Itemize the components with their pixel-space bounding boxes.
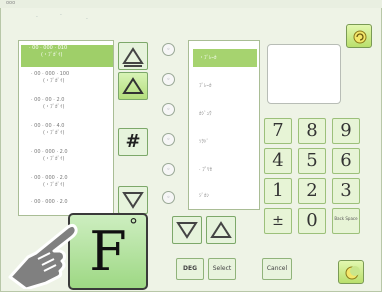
- list-item[interactable]: · 00 · 00 · 4.0 (・ﾌﾞｶﾞｲ): [23, 123, 111, 145]
- value-display: [267, 44, 341, 104]
- list-item-line2: (・ﾌﾞｶﾞｲ): [43, 156, 65, 162]
- list-item-line1: · 00 · 000 · 2.0: [31, 199, 68, 205]
- menu-item[interactable]: ・ﾌﾞﾚｰｶ: [193, 49, 257, 67]
- key-8[interactable]: 8: [298, 118, 326, 144]
- key-6[interactable]: 6: [332, 148, 360, 174]
- list-item-line2: (・ﾌﾞｶﾞｲ): [43, 130, 65, 136]
- list-item[interactable]: · 00 · 000 · 2.0 (・ﾌﾞｶﾞｲ): [23, 175, 111, 197]
- settings-button[interactable]: [346, 24, 372, 48]
- up-triangle-icon: [122, 77, 144, 94]
- list-item-line1: · 00 · 000 · 2.0: [31, 149, 68, 155]
- up-button[interactable]: [206, 216, 236, 244]
- pointing-hand-icon: [8, 223, 78, 289]
- refresh-icon: [353, 30, 367, 44]
- radio-button[interactable]: ◦: [162, 163, 175, 176]
- list-item-line2: (・ﾌﾞｶﾞｲ): [43, 78, 65, 84]
- list-item-line1: · 00 · 00 · 2.0: [31, 97, 65, 103]
- list-item-line2: (・ﾌﾞｶﾞｲ): [43, 182, 65, 188]
- backspace-key[interactable]: Back Space: [332, 208, 360, 234]
- list-item-line1: · 00 · 000 · 010: [29, 45, 68, 51]
- scroll-down-button[interactable]: [118, 186, 148, 214]
- select-button[interactable]: Select: [208, 258, 236, 280]
- key-5[interactable]: 5: [298, 148, 326, 174]
- toolbar-dot: ·: [86, 16, 88, 23]
- up-triangle-icon: [210, 221, 232, 238]
- program-list[interactable]: · 00 · 000 · 010 (・ﾌﾞｶﾞｲ) · 00 · 000 · 1…: [18, 40, 114, 216]
- list-item-line2: (・ﾌﾞｶﾞｲ): [43, 104, 65, 110]
- down-triangle-icon: [176, 222, 198, 239]
- radio-button[interactable]: ◦: [162, 43, 175, 56]
- degree-symbol: °: [129, 215, 138, 236]
- list-item-line2: (・ﾌﾞｶﾞｲ): [41, 52, 63, 58]
- key-4[interactable]: 4: [264, 148, 292, 174]
- key-7[interactable]: 7: [264, 118, 292, 144]
- key-9[interactable]: 9: [332, 118, 360, 144]
- down-triangle-icon: [122, 192, 144, 209]
- toolbar-dot: ·: [36, 14, 38, 21]
- key-1[interactable]: 1: [264, 178, 292, 204]
- menu-item[interactable]: ﾌﾞﾚｰｶ: [193, 77, 257, 95]
- menu-item[interactable]: · ﾌﾟﾘｾ: [193, 161, 257, 179]
- cancel-button[interactable]: Cancel: [262, 258, 292, 280]
- plus-minus-key[interactable]: ±: [264, 208, 292, 234]
- toolbar-dot: ·: [60, 12, 62, 19]
- menu-item[interactable]: ｼﾞｶﾝ: [193, 187, 257, 205]
- radio-button[interactable]: ◦: [162, 103, 175, 116]
- list-item-line1: · 00 · 000 · 100: [31, 71, 70, 77]
- key-3[interactable]: 3: [332, 178, 360, 204]
- top-toolbar: · · ·: [30, 12, 140, 34]
- parameter-menu[interactable]: ・ﾌﾞﾚｰｶ ﾌﾞﾚｰｶ ｶｼﾞｭｳ ｿｸﾄﾞ · ﾌﾟﾘｾ ｼﾞｶﾝ: [188, 40, 260, 210]
- title-bar: ooo: [0, 0, 382, 8]
- window-title: ooo: [6, 0, 16, 6]
- radio-button[interactable]: ◦: [162, 133, 175, 146]
- radio-button[interactable]: ◦: [162, 191, 175, 204]
- scroll-up-button[interactable]: [118, 72, 148, 100]
- key-2[interactable]: 2: [298, 178, 326, 204]
- page-up-button[interactable]: [118, 42, 148, 70]
- deg-button[interactable]: DEG: [176, 258, 204, 280]
- list-item-line1: · 00 · 00 · 4.0: [31, 123, 65, 129]
- list-item[interactable]: · 00 · 00 · 2.0 (・ﾌﾞｶﾞｲ): [23, 97, 111, 119]
- list-item-line1: · 00 · 000 · 2.0: [31, 175, 68, 181]
- double-up-icon: [122, 47, 144, 67]
- list-item[interactable]: · 00 · 000 · 010 (・ﾌﾞｶﾞｲ): [21, 45, 113, 67]
- list-item[interactable]: · 00 · 000 · 2.0 (・ﾌﾞｶﾞｲ): [23, 149, 111, 171]
- list-item[interactable]: · 00 · 000 · 100 (・ﾌﾞｶﾞｲ): [23, 71, 111, 93]
- menu-item[interactable]: ｶｼﾞｭｳ: [193, 105, 257, 123]
- night-mode-button[interactable]: [338, 260, 364, 284]
- menu-item[interactable]: ｿｸﾄﾞ: [193, 133, 257, 151]
- down-button[interactable]: [172, 216, 202, 244]
- key-0[interactable]: 0: [298, 208, 326, 234]
- hash-button[interactable]: #: [118, 128, 148, 156]
- moon-icon: [345, 266, 360, 280]
- radio-button[interactable]: ◦: [162, 73, 175, 86]
